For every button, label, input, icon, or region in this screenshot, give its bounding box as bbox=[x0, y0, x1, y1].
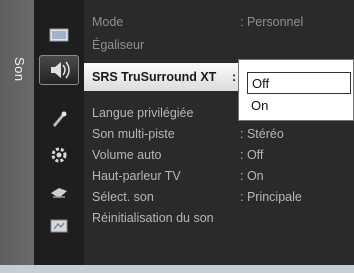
sound-menu-panel: Mode : Personnel Égaliseur SRS TruSurrou… bbox=[84, 0, 354, 265]
menu-item-sound-select[interactable]: Sélect. son : Principale bbox=[92, 187, 354, 207]
input-icon[interactable] bbox=[48, 184, 70, 202]
menu-item-auto-volume[interactable]: Volume auto : Off bbox=[92, 145, 354, 165]
application-icon[interactable] bbox=[48, 217, 70, 235]
category-icons bbox=[34, 0, 84, 265]
bottom-border bbox=[0, 265, 354, 273]
option-off[interactable]: Off bbox=[247, 72, 351, 94]
menu-item-multi-track[interactable]: Son multi-piste : Stéréo bbox=[92, 124, 354, 144]
category-rail: Son bbox=[0, 0, 34, 265]
menu-item-tv-speaker[interactable]: Haut-parleur TV : On bbox=[92, 166, 354, 186]
sound-icon[interactable] bbox=[39, 55, 79, 85]
tv-menu-screen: Son Mode : Personnel Égaliseur SRS TruSu… bbox=[0, 0, 354, 273]
menu-item-sound-reset[interactable]: Réinitialisation du son bbox=[92, 208, 354, 228]
picture-icon[interactable] bbox=[48, 26, 70, 44]
channel-icon[interactable] bbox=[48, 110, 70, 128]
option-on[interactable]: On bbox=[247, 95, 351, 117]
menu-item-mode[interactable]: Mode : Personnel bbox=[92, 12, 354, 32]
menu-item-equalizer[interactable]: Égaliseur bbox=[92, 35, 354, 55]
setup-icon[interactable] bbox=[48, 146, 70, 164]
srs-option-dropdown: Off On bbox=[238, 59, 354, 121]
category-label: Son bbox=[12, 57, 27, 82]
